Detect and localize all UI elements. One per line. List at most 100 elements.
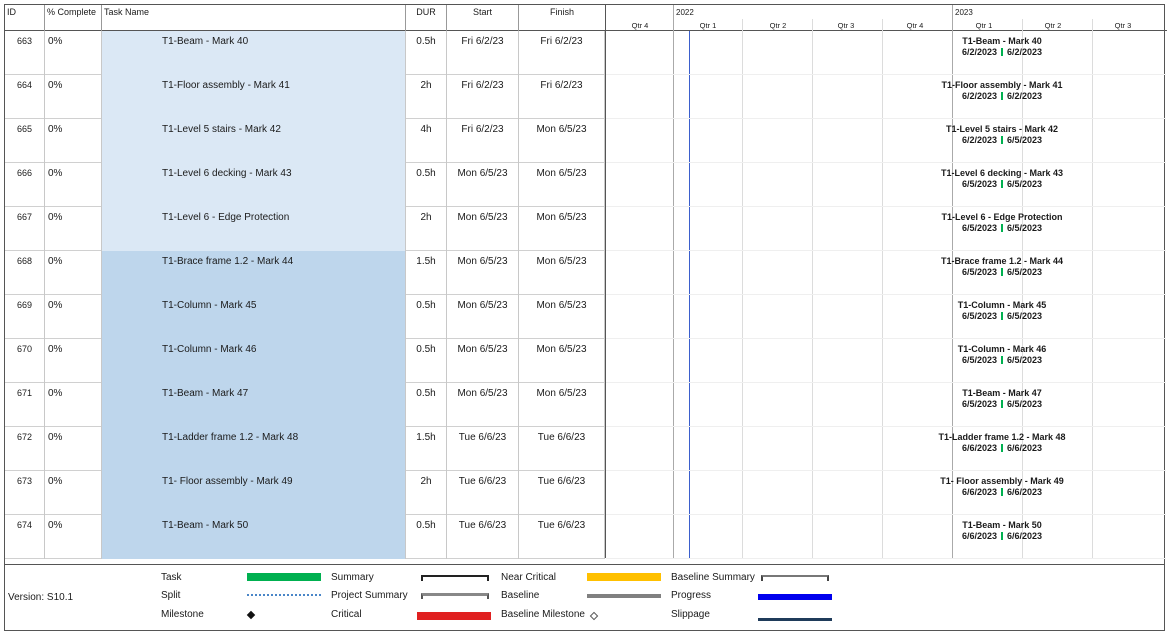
task-duration[interactable]: 1.5h [406, 251, 447, 295]
task-row[interactable]: 667 0% T1-Level 6 - Edge Protection 2h Mon 6… [5, 207, 605, 251]
gantt-task-bar[interactable] [1001, 444, 1003, 452]
col-header-dur[interactable]: DUR [406, 5, 447, 31]
gantt-task-bar[interactable] [1001, 356, 1003, 364]
col-header-id[interactable]: ID [5, 5, 45, 31]
task-start[interactable]: Fri 6/2/23 [447, 75, 519, 119]
task-finish[interactable]: Mon 6/5/23 [519, 251, 605, 295]
gantt-task-label[interactable]: T1-Beam - Mark 47 6/5/2023 6/5/2023 [902, 388, 1102, 410]
task-id[interactable]: 666 [5, 163, 45, 207]
task-id[interactable]: 669 [5, 295, 45, 339]
task-duration[interactable]: 2h [406, 207, 447, 251]
task-name[interactable]: T1-Column - Mark 45 [102, 295, 406, 339]
gantt-task-label[interactable]: T1-Level 6 - Edge Protection 6/5/2023 6/5/… [902, 212, 1102, 234]
task-pct-complete[interactable]: 0% [45, 207, 102, 251]
task-finish[interactable]: Tue 6/6/23 [519, 515, 605, 559]
task-start[interactable]: Mon 6/5/23 [447, 251, 519, 295]
task-start[interactable]: Tue 6/6/23 [447, 427, 519, 471]
task-name[interactable]: T1-Level 5 stairs - Mark 42 [102, 119, 406, 163]
task-pct-complete[interactable]: 0% [45, 383, 102, 427]
task-duration[interactable]: 2h [406, 75, 447, 119]
task-id[interactable]: 663 [5, 31, 45, 75]
gantt-task-label[interactable]: T1-Beam - Mark 40 6/2/2023 6/2/2023 [902, 36, 1102, 58]
gantt-task-label[interactable]: T1-Column - Mark 46 6/5/2023 6/5/2023 [902, 344, 1102, 366]
col-header-finish[interactable]: Finish [519, 5, 605, 31]
task-start[interactable]: Mon 6/5/23 [447, 207, 519, 251]
gantt-task-label[interactable]: T1-Brace frame 1.2 - Mark 44 6/5/2023 6/5/… [902, 256, 1102, 278]
task-pct-complete[interactable]: 0% [45, 427, 102, 471]
gantt-task-bar[interactable] [1001, 400, 1003, 408]
gantt-task-label[interactable]: T1-Floor assembly - Mark 41 6/2/2023 6/2/2… [902, 80, 1102, 102]
gantt-task-bar[interactable] [1001, 48, 1003, 56]
gantt-task-label[interactable]: T1-Ladder frame 1.2 - Mark 48 6/6/2023 6/6… [902, 432, 1102, 454]
task-start[interactable]: Mon 6/5/23 [447, 383, 519, 427]
task-duration[interactable]: 0.5h [406, 515, 447, 559]
task-duration[interactable]: 0.5h [406, 339, 447, 383]
task-finish[interactable]: Mon 6/5/23 [519, 207, 605, 251]
task-row[interactable]: 668 0% T1-Brace frame 1.2 - Mark 44 1.5h Mon… [5, 251, 605, 295]
task-name[interactable]: T1-Brace frame 1.2 - Mark 44 [102, 251, 406, 295]
task-id[interactable]: 667 [5, 207, 45, 251]
gantt-task-bar[interactable] [1001, 312, 1003, 320]
task-pct-complete[interactable]: 0% [45, 295, 102, 339]
task-name[interactable]: T1-Level 6 decking - Mark 43 [102, 163, 406, 207]
task-finish[interactable]: Fri 6/2/23 [519, 75, 605, 119]
task-pct-complete[interactable]: 0% [45, 119, 102, 163]
task-finish[interactable]: Tue 6/6/23 [519, 427, 605, 471]
task-start[interactable]: Tue 6/6/23 [447, 515, 519, 559]
task-start[interactable]: Fri 6/2/23 [447, 31, 519, 75]
task-pct-complete[interactable]: 0% [45, 75, 102, 119]
task-pct-complete[interactable]: 0% [45, 515, 102, 559]
task-duration[interactable]: 4h [406, 119, 447, 163]
task-duration[interactable]: 0.5h [406, 383, 447, 427]
task-duration[interactable]: 0.5h [406, 163, 447, 207]
task-finish[interactable]: Tue 6/6/23 [519, 471, 605, 515]
gantt-task-label[interactable]: T1-Level 6 decking - Mark 43 6/5/2023 6/5/… [902, 168, 1102, 190]
gantt-task-label[interactable]: T1-Level 5 stairs - Mark 42 6/2/2023 6/5/2… [902, 124, 1102, 146]
task-name[interactable]: T1-Beam - Mark 40 [102, 31, 406, 75]
task-finish[interactable]: Mon 6/5/23 [519, 163, 605, 207]
task-id[interactable]: 673 [5, 471, 45, 515]
task-finish[interactable]: Fri 6/2/23 [519, 31, 605, 75]
col-header-task-name[interactable]: Task Name [102, 5, 406, 31]
task-id[interactable]: 672 [5, 427, 45, 471]
task-start[interactable]: Fri 6/2/23 [447, 119, 519, 163]
task-name[interactable]: T1- Floor assembly - Mark 49 [102, 471, 406, 515]
task-name[interactable]: T1-Beam - Mark 50 [102, 515, 406, 559]
task-row[interactable]: 666 0% T1-Level 6 decking - Mark 43 0.5h Mon… [5, 163, 605, 207]
task-name[interactable]: T1-Beam - Mark 47 [102, 383, 406, 427]
task-pct-complete[interactable]: 0% [45, 251, 102, 295]
task-id[interactable]: 668 [5, 251, 45, 295]
task-pct-complete[interactable]: 0% [45, 471, 102, 515]
gantt-task-bar[interactable] [1001, 136, 1003, 144]
task-duration[interactable]: 1.5h [406, 427, 447, 471]
task-row[interactable]: 671 0% T1-Beam - Mark 47 0.5h Mon 6/5/23 Mon … [5, 383, 605, 427]
col-header-start[interactable]: Start [447, 5, 519, 31]
gantt-task-label[interactable]: T1-Beam - Mark 50 6/6/2023 6/6/2023 [902, 520, 1102, 542]
task-row[interactable]: 672 0% T1-Ladder frame 1.2 - Mark 48 1.5h Tu… [5, 427, 605, 471]
task-start[interactable]: Mon 6/5/23 [447, 163, 519, 207]
task-row[interactable]: 673 0% T1- Floor assembly - Mark 49 2h Tue 6… [5, 471, 605, 515]
task-start[interactable]: Tue 6/6/23 [447, 471, 519, 515]
task-row[interactable]: 665 0% T1-Level 5 stairs - Mark 42 4h Fri 6/… [5, 119, 605, 163]
task-row[interactable]: 674 0% T1-Beam - Mark 50 0.5h Tue 6/6/23 Tue … [5, 515, 605, 559]
task-duration[interactable]: 0.5h [406, 295, 447, 339]
task-duration[interactable]: 0.5h [406, 31, 447, 75]
task-row[interactable]: 669 0% T1-Column - Mark 45 0.5h Mon 6/5/23 Mo… [5, 295, 605, 339]
gantt-task-bar[interactable] [1001, 180, 1003, 188]
task-name[interactable]: T1-Level 6 - Edge Protection [102, 207, 406, 251]
task-pct-complete[interactable]: 0% [45, 163, 102, 207]
task-name[interactable]: T1-Ladder frame 1.2 - Mark 48 [102, 427, 406, 471]
task-pct-complete[interactable]: 0% [45, 31, 102, 75]
col-header-pct-complete[interactable]: % Complete [45, 5, 102, 31]
task-start[interactable]: Mon 6/5/23 [447, 339, 519, 383]
task-name[interactable]: T1-Column - Mark 46 [102, 339, 406, 383]
task-name[interactable]: T1-Floor assembly - Mark 41 [102, 75, 406, 119]
task-finish[interactable]: Mon 6/5/23 [519, 295, 605, 339]
gantt-task-bar[interactable] [1001, 92, 1003, 100]
task-pct-complete[interactable]: 0% [45, 339, 102, 383]
gantt-task-label[interactable]: T1- Floor assembly - Mark 49 6/6/2023 6/6/… [902, 476, 1102, 498]
task-finish[interactable]: Mon 6/5/23 [519, 119, 605, 163]
task-row[interactable]: 663 0% T1-Beam - Mark 40 0.5h Fri 6/2/23 Fri … [5, 31, 605, 75]
task-id[interactable]: 665 [5, 119, 45, 163]
task-finish[interactable]: Mon 6/5/23 [519, 383, 605, 427]
